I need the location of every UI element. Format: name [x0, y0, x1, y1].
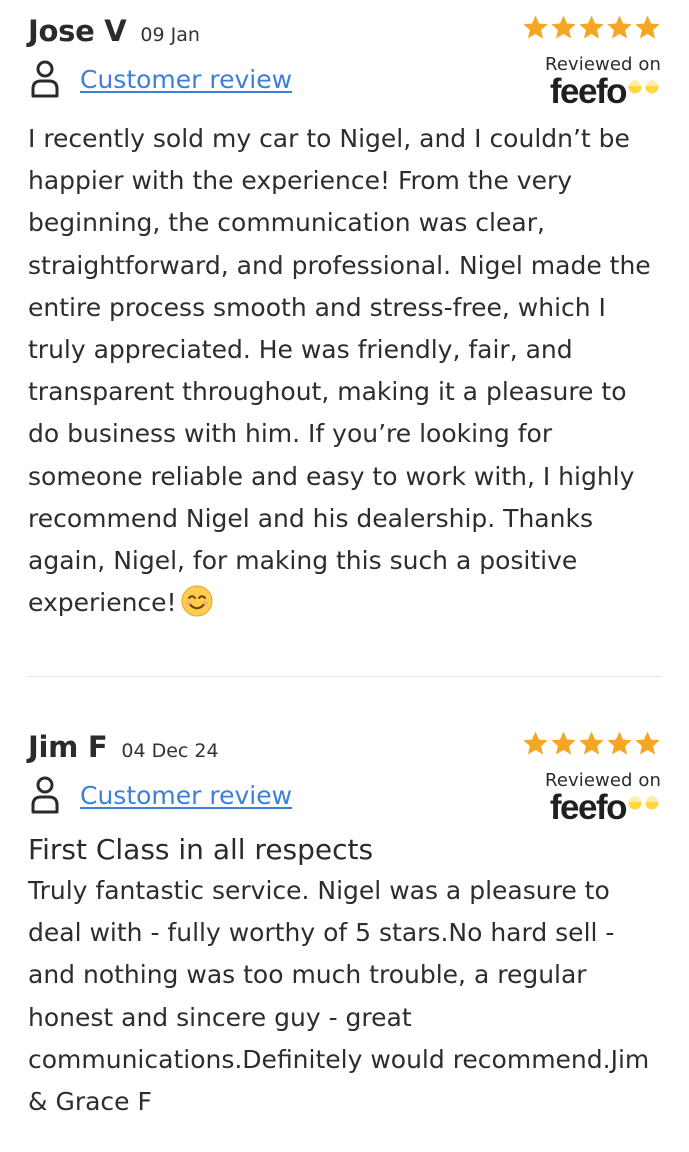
review-divider — [28, 676, 661, 677]
feefo-logo[interactable]: feefo — [511, 789, 661, 827]
star-icon — [550, 730, 577, 757]
review-body: Truly fantastic service. Nigel was a ple… — [28, 870, 661, 1123]
person-icon — [31, 60, 59, 98]
person-icon — [31, 776, 59, 814]
review-type: Customer review — [30, 60, 292, 98]
smiling-face-icon — [181, 585, 213, 617]
feefo-wordmark: feefo — [549, 788, 628, 827]
reviewer-name: Jim F — [28, 730, 108, 764]
reviewer-info: Jim F 04 Dec 24 — [28, 730, 219, 764]
star-icon — [634, 730, 661, 757]
feefo-wordmark: feefo — [549, 72, 628, 111]
star-rating — [511, 730, 661, 757]
star-icon — [578, 14, 605, 41]
star-icon — [606, 14, 633, 41]
rating-block: Reviewed on feefo — [511, 14, 661, 111]
star-icon — [522, 14, 549, 41]
star-icon — [522, 730, 549, 757]
review-text: Truly fantastic service. Nigel was a ple… — [28, 876, 650, 1117]
star-icon — [606, 730, 633, 757]
star-icon — [550, 14, 577, 41]
star-icon — [634, 14, 661, 41]
customer-review-link[interactable]: Customer review — [80, 781, 292, 810]
customer-review-link[interactable]: Customer review — [80, 65, 292, 94]
review-type: Customer review — [30, 776, 292, 814]
rating-block: Reviewed on feefo — [511, 730, 661, 827]
review-card: Jose V 09 Jan Customer review Reviewed o… — [28, 14, 661, 624]
review-body: I recently sold my car to Nigel, and I c… — [28, 118, 661, 624]
review-header: Jim F 04 Dec 24 Customer review Reviewed… — [28, 730, 661, 840]
reviewer-name: Jose V — [28, 14, 127, 48]
feefo-logo[interactable]: feefo — [511, 73, 661, 111]
feefo-eyes-icon — [628, 796, 659, 810]
reviewer-info: Jose V 09 Jan — [28, 14, 200, 48]
review-date: 09 Jan — [140, 24, 200, 46]
feefo-eyes-icon — [628, 80, 659, 94]
review-date: 04 Dec 24 — [121, 740, 219, 762]
review-card: Jim F 04 Dec 24 Customer review Reviewed… — [28, 730, 661, 1123]
review-text: I recently sold my car to Nigel, and I c… — [28, 124, 651, 618]
review-header: Jose V 09 Jan Customer review Reviewed o… — [28, 14, 661, 124]
star-icon — [578, 730, 605, 757]
reviews-page: Jose V 09 Jan Customer review Reviewed o… — [0, 0, 689, 1152]
star-rating — [511, 14, 661, 41]
